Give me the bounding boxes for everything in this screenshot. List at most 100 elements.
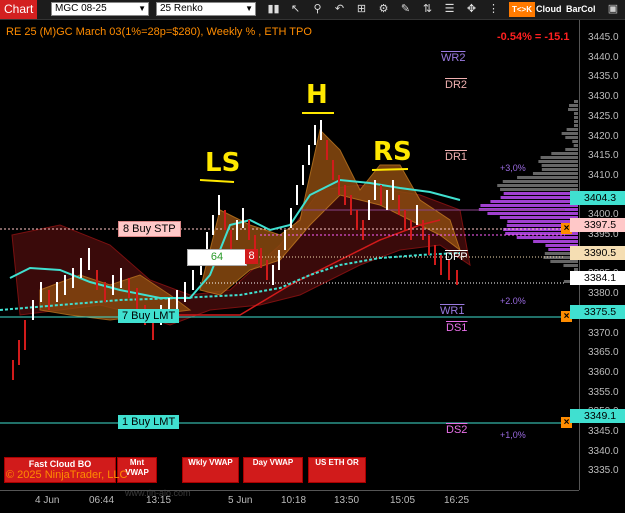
renko-bar [128, 278, 130, 298]
renko-bar [428, 235, 430, 255]
volume-profile-bar [551, 152, 578, 155]
renko-bar [272, 265, 274, 285]
renko-bar [434, 245, 436, 265]
dr1-label: DR1 [445, 151, 468, 163]
barcol-toggle-button[interactable]: BarCol [566, 2, 602, 17]
renko-bar [212, 215, 214, 235]
volume-profile-bar [566, 128, 578, 131]
pct-2-label: +2.0% [500, 296, 526, 306]
volume-profile-bar [565, 136, 578, 139]
volume-profile-bar [568, 108, 578, 111]
price-tick: 3355.0 [588, 386, 619, 398]
pnl-readout: -0.54% = -15.1 [497, 31, 570, 43]
chevron-down-icon: ▼ [245, 4, 253, 13]
volume-profile-bar [517, 176, 578, 179]
buy-stp-order[interactable]: 8 Buy STP [118, 221, 181, 237]
bar-type-selector[interactable]: 25 Renko ▼ [156, 2, 256, 16]
options-icon[interactable]: ⋮ [486, 2, 501, 17]
day-vwap-button[interactable]: Day VWAP [243, 457, 303, 483]
renko-bar [350, 195, 352, 215]
volume-profile-bar [538, 160, 578, 163]
chart-trader-icon[interactable]: ⇅ [420, 2, 435, 17]
pan-icon[interactable]: ✥ [464, 2, 479, 17]
tab-chart[interactable]: Chart [0, 0, 37, 19]
renko-bar [32, 300, 34, 320]
ls-annotation: LS [205, 148, 241, 178]
copyright: © 2025 NinjaTrader, LLC [6, 469, 128, 481]
renko-bar [440, 255, 442, 275]
renko-bar [224, 210, 226, 230]
volume-profile-bar [533, 240, 578, 243]
price-tick: 3380.0 [588, 288, 619, 300]
day-vwap-label: Day VWAP [252, 458, 294, 467]
time-axis[interactable]: 4 Jun 06:44 13:15 5 Jun 10:18 13:50 15:0… [0, 490, 579, 513]
renko-bar [296, 185, 298, 205]
renko-bar [374, 180, 376, 200]
wkly-vwap-button[interactable]: Wkly VWAP [182, 457, 239, 483]
renko-bar [398, 195, 400, 215]
drawing-icon[interactable]: ✎ [398, 2, 413, 17]
volume-profile-bar [569, 104, 578, 107]
renko-bar [72, 268, 74, 288]
volume-profile-bar [540, 156, 578, 159]
bar-type-label: 25 Renko [160, 3, 203, 14]
cloud-toggle-button[interactable]: Cloud [536, 2, 564, 17]
renko-bar [332, 160, 334, 180]
price-tick: 3370.0 [588, 327, 619, 339]
volume-profile-bar [497, 184, 578, 187]
renko-bar [112, 275, 114, 295]
renko-bar [184, 282, 186, 302]
renko-bar [416, 205, 418, 225]
pct-3-label: +3,0% [500, 163, 526, 173]
renko-bar [176, 290, 178, 310]
strategy-icon[interactable]: ⚙ [376, 2, 391, 17]
cursor-icon[interactable]: ↖ [288, 2, 303, 17]
buy-lmt-1-order[interactable]: 1 Buy LMT [118, 415, 180, 429]
time-label: 13:50 [334, 495, 360, 506]
buy-lmt-7-order[interactable]: 7 Buy LMT [118, 309, 180, 323]
price-chart[interactable] [0, 20, 579, 490]
price-tick: 3445.0 [588, 32, 619, 43]
renko-bar [218, 195, 220, 215]
renko-bar [410, 220, 412, 240]
volume-profile-bar [574, 112, 578, 115]
volume-profile-bar [550, 260, 578, 263]
volume-profile-bar [487, 212, 578, 215]
renko-bar [40, 282, 42, 302]
add-icon[interactable]: ⊞ [354, 2, 369, 17]
h-annotation: H [306, 80, 328, 110]
time-label: 4 Jun [35, 495, 60, 506]
close-icon[interactable]: ▣ [604, 2, 622, 17]
renko-bar [362, 220, 364, 240]
volume-profile-bar [502, 180, 578, 183]
volume-profile-bar [499, 216, 578, 219]
price-tick: 3345.0 [588, 426, 619, 437]
renko-bar [456, 270, 458, 285]
properties-icon[interactable]: ☰ [442, 2, 457, 17]
renko-bar [56, 282, 58, 302]
volume-profile-bar [574, 124, 578, 127]
rs-underline [371, 168, 409, 171]
instrument-selector[interactable]: MGC 08-25 ▼ [51, 2, 149, 16]
tk-toggle-button[interactable]: T<>K [509, 2, 535, 17]
renko-bar [18, 340, 20, 365]
renko-bar [314, 125, 316, 145]
renko-bar [404, 210, 406, 230]
volume-profile-bar [500, 196, 578, 199]
renko-bar [422, 220, 424, 240]
renko-bar [368, 200, 370, 220]
bars-icon[interactable]: ▮▮ [266, 2, 281, 17]
us-eth-or-button[interactable]: US ETH OR [308, 457, 366, 483]
ds2-label: DS2 [446, 424, 468, 436]
undo-icon[interactable]: ↶ [332, 2, 347, 17]
zoom-icon[interactable]: ⚲ [310, 2, 325, 17]
us-eth-or-label: US ETH OR [315, 458, 359, 467]
price-tag: 3375.5 [570, 304, 625, 319]
chart-window: { "toolbar": { "tab_label": "Chart", "in… [0, 0, 625, 513]
rs-annotation: RS [373, 137, 412, 167]
volume-profile-bar [574, 116, 578, 119]
volume-profile-bar [541, 164, 578, 167]
volume-profile-bar [565, 148, 578, 151]
renko-bar [392, 180, 394, 200]
chart-title: RE 25 (M)GC March 03(1%=28p=$280), Weekl… [6, 26, 312, 38]
